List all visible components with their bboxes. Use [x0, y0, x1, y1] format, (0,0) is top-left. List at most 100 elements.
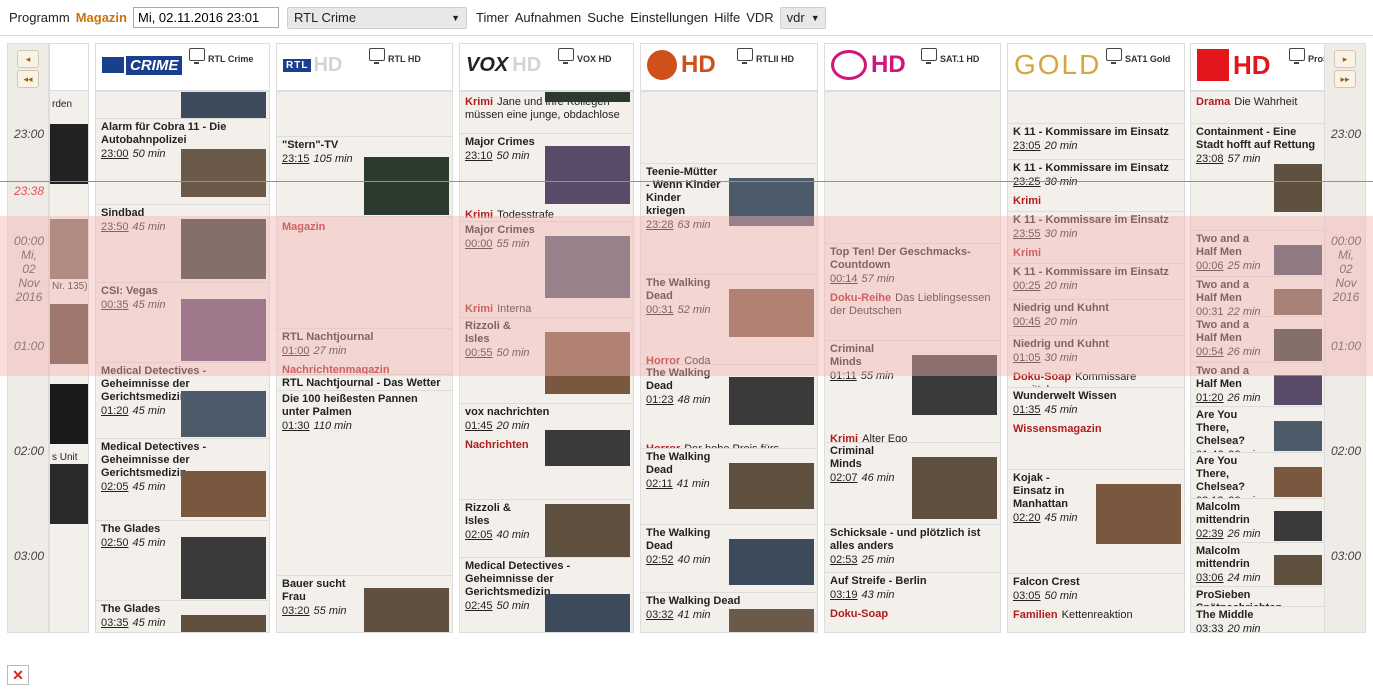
date-input[interactable]	[132, 7, 279, 28]
nav-magazin[interactable]: Magazin	[76, 10, 127, 25]
start-time[interactable]: 03:05	[1013, 590, 1041, 602]
start-time[interactable]: 02:05	[465, 529, 493, 541]
start-time[interactable]: 00:25	[1013, 280, 1041, 292]
program-entry[interactable]	[96, 91, 269, 118]
program-entry[interactable]: The Walking Dead 03:32 41 min	[641, 592, 817, 632]
start-time[interactable]: 23:10	[465, 150, 493, 162]
program-entry[interactable]	[825, 91, 1000, 243]
program-entry[interactable]: Are You There, Chelsea?02:1326 min	[1191, 452, 1325, 498]
program-entry[interactable]: Major Crimes 00:00 55 min Krimi Interna	[460, 221, 633, 317]
start-time[interactable]: 00:54	[1196, 346, 1224, 358]
program-entry[interactable]: Niedrig und Kuhnt 00:45 20 min	[1008, 299, 1184, 335]
program-entry[interactable]: RTL Nachtjournal - Das Wetter	[277, 374, 452, 390]
nav-programm[interactable]: Programm	[9, 10, 70, 25]
prev-page-button[interactable]: ◂◂	[17, 70, 39, 88]
start-time[interactable]: 23:50	[101, 221, 129, 233]
program-entry[interactable]: Niedrig und Kuhnt 01:05 30 min Doku-Soap Kom…	[1008, 335, 1184, 387]
program-entry[interactable]: K 11 - Kommissare im Einsatz 23:25 30 min K…	[1008, 159, 1184, 211]
program-entry[interactable]: ProSieben Spätnachrichten	[1191, 586, 1325, 606]
nav-suche[interactable]: Suche	[587, 10, 624, 25]
program-entry[interactable]: Alarm für Cobra 11 - Die Autobahnpolizei…	[96, 118, 269, 216]
start-time[interactable]: 23:05	[1013, 140, 1041, 152]
program-entry[interactable]: Die 100 heißesten Pannen unter Palmen 01:…	[277, 390, 452, 575]
start-time[interactable]: 02:20	[1013, 512, 1041, 524]
program-entry[interactable]: The Walking Dead 02:11 41 min	[641, 448, 817, 524]
tv-icon[interactable]	[1289, 48, 1305, 64]
nav-aufnahmen[interactable]: Aufnahmen	[515, 10, 582, 25]
start-time[interactable]: 01:35	[1013, 404, 1041, 416]
nav-hilfe[interactable]: Hilfe	[714, 10, 740, 25]
start-time[interactable]: 01:30	[282, 420, 310, 432]
start-time[interactable]: 01:05	[1013, 352, 1041, 364]
start-time[interactable]: 02:52	[646, 554, 674, 566]
program-entry[interactable]: Two and a Half Men 00:54 26 min	[1191, 316, 1325, 362]
next-page-button[interactable]: ▸▸	[1334, 70, 1356, 88]
program-entry[interactable]	[277, 91, 452, 136]
program-entry[interactable]: Rizzoli & Isles 02:05 40 min	[460, 499, 633, 557]
program-entry[interactable]: Two and a Half Men 00:06 25 min	[1191, 230, 1325, 276]
program-entry[interactable]	[641, 91, 817, 163]
program-entry[interactable]: Sindbad 23:50 45 min	[96, 204, 269, 282]
program-entry[interactable]: The Walking Dead 02:52 40 min	[641, 524, 817, 592]
program-entry[interactable]: Medical Detectives - Geheimnisse der Ger…	[460, 557, 633, 632]
program-entry[interactable]: The Glades 03:35 45 min	[96, 600, 269, 632]
program-entry[interactable]: Schicksale - und plötzlich ist alles and…	[825, 524, 1000, 572]
program-entry[interactable]: Falcon Crest 03:05 50 min Familien Kettenrea…	[1008, 573, 1184, 632]
start-time[interactable]: 01:23	[646, 394, 674, 406]
tv-icon[interactable]	[737, 48, 753, 64]
program-entry[interactable]: Rizzoli & Isles00:5550 minKrimiKatz und …	[460, 317, 633, 403]
start-time[interactable]: 01:20	[1196, 392, 1224, 404]
start-time[interactable]: 00:14	[830, 273, 858, 285]
start-time[interactable]: 01:20	[101, 405, 129, 417]
start-time[interactable]: 02:53	[830, 554, 858, 566]
program-entry[interactable]: The Glades 02:50 45 min	[96, 520, 269, 600]
start-time[interactable]: 03:33	[1196, 623, 1224, 632]
program-entry[interactable]: Major Crimes 23:10 50 min Krimi Todesstrafe	[460, 133, 633, 221]
program-entry[interactable]: Bauer sucht Frau 03:20 55 min	[277, 575, 452, 632]
nav-einstellungen[interactable]: Einstellungen	[630, 10, 708, 25]
start-time[interactable]: 02:11	[646, 478, 673, 490]
program-entry[interactable]: Malcolm mittendrin 03:06 24 min	[1191, 542, 1325, 586]
start-time[interactable]: 00:31	[1196, 306, 1224, 316]
tv-icon[interactable]	[369, 48, 385, 64]
vdr-select[interactable]: vdr ▼	[779, 6, 826, 29]
program-entry[interactable]: Malcolm mittendrin 02:39 26 min	[1191, 498, 1325, 542]
program-entry[interactable]: Top Ten! Der Geschmacks-Countdown 00:14 57…	[825, 243, 1000, 340]
start-time[interactable]: 01:00	[282, 345, 310, 357]
start-time[interactable]: 00:35	[101, 299, 129, 311]
program-entry[interactable]: The Middle 03:33 20 min	[1191, 606, 1325, 632]
program-entry[interactable]: vox nachrichten 01:45 20 min Nachrichten	[460, 403, 633, 499]
channel-select[interactable]: RTL Crime ▼	[286, 6, 467, 29]
start-time[interactable]: 02:50	[101, 537, 129, 549]
start-time[interactable]: 23:08	[1196, 153, 1224, 165]
start-time[interactable]: 23:25	[1013, 176, 1041, 188]
tv-icon[interactable]	[558, 48, 574, 64]
program-entry[interactable]: Kojak - Einsatz in Manhattan 02:20 45 min	[1008, 469, 1184, 573]
tv-icon[interactable]	[921, 48, 937, 64]
start-time[interactable]: 23:15	[282, 153, 310, 165]
start-time[interactable]: 00:55	[465, 347, 493, 359]
prev-channel-button[interactable]: ◂	[17, 50, 39, 68]
start-time[interactable]: 03:19	[830, 589, 858, 601]
program-entry[interactable]	[1008, 91, 1184, 123]
start-time[interactable]: 03:32	[646, 609, 674, 621]
start-time[interactable]: 03:06	[1196, 572, 1224, 584]
program-entry[interactable]: The Walking Dead 00:31 52 min Horror Coda	[641, 274, 817, 364]
start-time[interactable]: 00:45	[1013, 316, 1041, 328]
nav-timer[interactable]: Timer	[476, 10, 509, 25]
program-entry[interactable]: "Stern"-TV 23:15 105 min	[277, 136, 452, 216]
program-entry[interactable]: Containment - Eine Stadt hofft auf Rettu…	[1191, 123, 1325, 218]
nav-vdr[interactable]: VDR	[746, 10, 773, 25]
start-time[interactable]: 02:07	[830, 472, 858, 484]
program-entry[interactable]: K 11 - Kommissare im Einsatz 00:25 20 min	[1008, 263, 1184, 299]
program-entry[interactable]: Auf Streife - Berlin 03:19 43 min Doku-Soap	[825, 572, 1000, 632]
start-time[interactable]: 23:00	[101, 148, 129, 160]
program-entry[interactable]: Medical Detectives - Geheimnisse der Ger…	[96, 438, 269, 520]
program-entry[interactable]: RTL Nachtjournal 01:00 27 min Nachrichtenma…	[277, 328, 452, 374]
program-entry[interactable]: K 11 - Kommissare im Einsatz 23:05 20 min	[1008, 123, 1184, 159]
start-time[interactable]: 02:45	[465, 600, 493, 612]
start-time[interactable]: 23:55	[1013, 228, 1041, 240]
program-entry[interactable]: Criminal Minds 01:11 55 min Krimi Alter Ego	[825, 340, 1000, 442]
next-channel-button[interactable]: ▸	[1334, 50, 1356, 68]
tv-icon[interactable]	[1106, 48, 1122, 64]
